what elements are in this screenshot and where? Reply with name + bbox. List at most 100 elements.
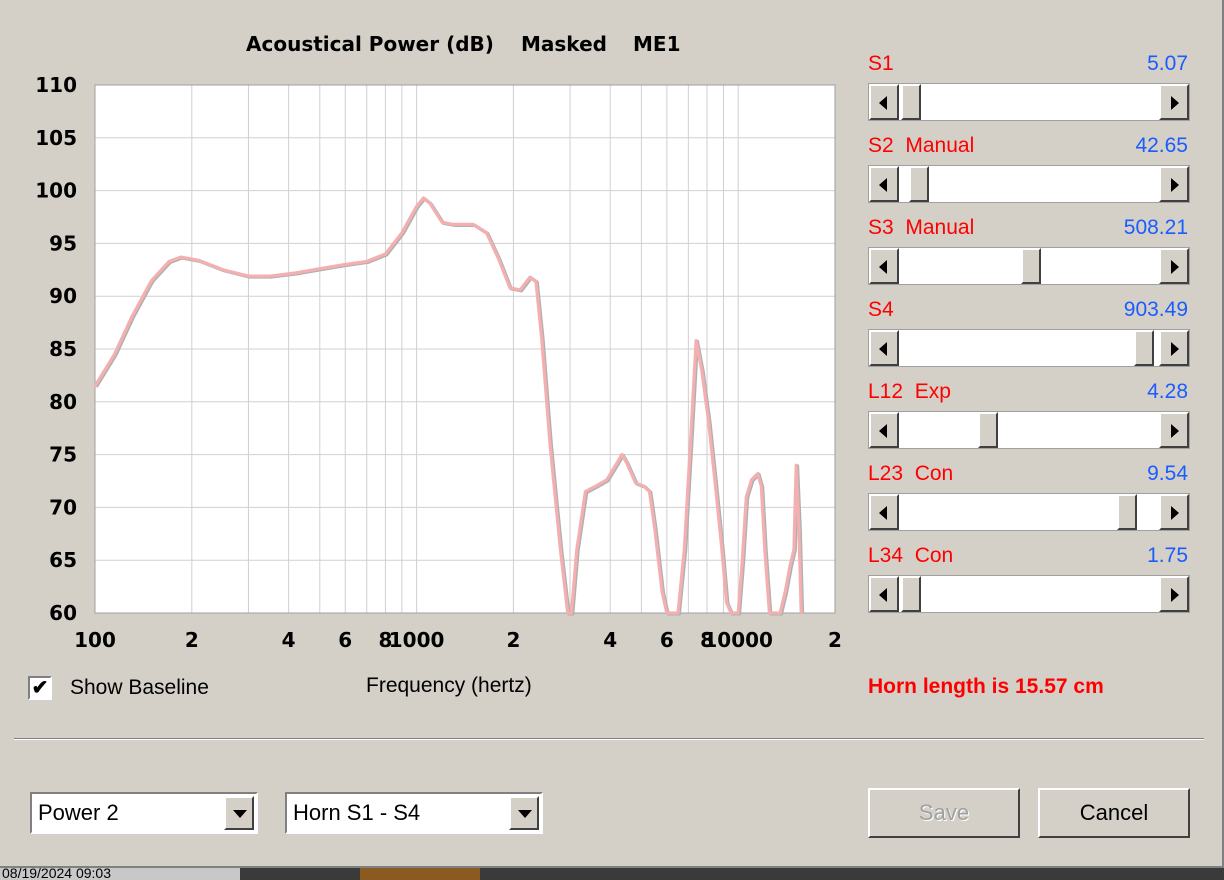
scroll-right-button[interactable] — [1159, 576, 1189, 612]
arrow-right-icon — [1171, 342, 1179, 356]
scroll-left-button[interactable] — [869, 494, 899, 530]
y-tick-label: 95 — [49, 231, 77, 255]
scroll-thumb[interactable] — [1117, 494, 1138, 530]
scroll-right-button[interactable] — [1159, 248, 1189, 284]
y-tick-label: 110 — [35, 73, 77, 97]
x-axis-ticks: 100 2 4 6 81000 2 4 6 810000 2 — [74, 628, 842, 652]
slider-label: S2 Manual — [868, 134, 975, 157]
y-tick-label: 85 — [49, 337, 77, 361]
scroll-left-button[interactable] — [869, 576, 899, 612]
scroll-thumb[interactable] — [901, 576, 922, 612]
scroll-left-button[interactable] — [869, 248, 899, 284]
scroll-left-button[interactable] — [869, 330, 899, 366]
slider-value: 1.75 — [1147, 544, 1188, 567]
slider-value: 42.65 — [1135, 134, 1188, 157]
y-tick-label: 75 — [49, 443, 77, 467]
checkmark-icon: ✔ — [31, 677, 49, 699]
x-tick-label: 2 — [506, 628, 520, 652]
y-tick-label: 80 — [49, 390, 77, 414]
arrow-left-icon — [879, 506, 887, 520]
arrow-right-icon — [1171, 424, 1179, 438]
arrow-left-icon — [879, 424, 887, 438]
x-axis-label: Frequency (hertz) — [366, 674, 532, 697]
x-tick-label: 4 — [282, 628, 296, 652]
slider-scrollbar[interactable] — [868, 411, 1190, 449]
x-tick-label: 10000 — [703, 628, 773, 652]
slider-label: L34 Con — [868, 544, 954, 567]
scroll-right-button[interactable] — [1159, 84, 1189, 120]
scroll-right-button[interactable] — [1159, 166, 1189, 202]
slider-label: S4 — [868, 298, 894, 321]
slider-value: 903.49 — [1123, 298, 1188, 321]
scroll-right-button[interactable] — [1159, 412, 1189, 448]
power-chart: 1101051009590858075706560 100 2 4 6 81000 2 4 6… — [35, 32, 842, 652]
arrow-right-icon — [1171, 260, 1179, 274]
cancel-button[interactable]: Cancel — [1038, 788, 1190, 838]
scroll-left-button[interactable] — [869, 84, 899, 120]
slider-scrollbar[interactable] — [868, 575, 1190, 613]
chart-title-masked: Masked — [521, 32, 607, 56]
arrow-left-icon — [879, 342, 887, 356]
horn-select-value: Horn S1 - S4 — [293, 800, 421, 825]
y-tick-label: 60 — [49, 601, 77, 625]
chevron-down-icon — [518, 810, 532, 818]
slider-scrollbar[interactable] — [868, 493, 1190, 531]
scroll-right-button[interactable] — [1159, 330, 1189, 366]
taskbar-timestamp: 08/19/2024 09:03 — [2, 868, 111, 880]
slider-label: L23 Con — [868, 462, 954, 485]
x-tick-label: 6 — [338, 628, 352, 652]
y-tick-label: 100 — [35, 179, 77, 203]
slider-label: S3 Manual — [868, 216, 975, 239]
chart-title-mode: ME1 — [633, 32, 680, 56]
arrow-left-icon — [879, 178, 887, 192]
chart-title-main: Acoustical Power (dB) — [246, 32, 494, 56]
power-select[interactable]: Power 2 — [30, 792, 258, 834]
dialog-window: 110 105 100 95 90 85 80 75 70 65 60 100 2 4 6 8 1000 2 4 6… — [0, 0, 1224, 868]
slider-label: S1 — [868, 52, 894, 75]
x-tick-label: 6 — [660, 628, 674, 652]
horn-length-text: Horn length is 15.57 cm — [868, 675, 1104, 698]
show-baseline-checkbox[interactable]: ✔ — [28, 676, 52, 700]
slider-scrollbar[interactable] — [868, 247, 1190, 285]
horn-select[interactable]: Horn S1 - S4 — [285, 792, 543, 834]
arrow-right-icon — [1171, 506, 1179, 520]
slider-label: L12 Exp — [868, 380, 951, 403]
x-tick-label: 2 — [185, 628, 199, 652]
arrow-right-icon — [1171, 96, 1179, 110]
save-button[interactable]: Save — [868, 788, 1020, 838]
scroll-thumb[interactable] — [1134, 330, 1155, 366]
y-tick-label: 65 — [49, 548, 77, 572]
slider-scrollbar[interactable] — [868, 329, 1190, 367]
scroll-left-button[interactable] — [869, 412, 899, 448]
y-tick-label: 90 — [49, 284, 77, 308]
horn-select-dropdown-button[interactable] — [509, 796, 539, 830]
chevron-down-icon — [233, 810, 247, 818]
arrow-right-icon — [1171, 588, 1179, 602]
slider-value: 9.54 — [1147, 462, 1188, 485]
arrow-left-icon — [879, 96, 887, 110]
slider-value: 508.21 — [1123, 216, 1188, 239]
x-tick-label: 100 — [74, 628, 116, 652]
show-baseline-label[interactable]: Show Baseline — [70, 676, 209, 700]
y-tick-label: 70 — [49, 495, 77, 519]
scroll-right-button[interactable] — [1159, 494, 1189, 530]
y-axis-ticks: 110 105 100 95 90 85 80 75 70 65 60 — [35, 73, 77, 625]
x-tick-label: 4 — [603, 628, 617, 652]
taskbar-segment-active — [360, 868, 480, 880]
slider-value: 5.07 — [1147, 52, 1188, 75]
scroll-left-button[interactable] — [869, 166, 899, 202]
separator — [14, 738, 1204, 740]
power-select-value: Power 2 — [38, 800, 119, 825]
slider-scrollbar[interactable] — [868, 83, 1190, 121]
scroll-thumb[interactable] — [908, 166, 929, 202]
scroll-thumb[interactable] — [901, 84, 922, 120]
x-tick-label: 1000 — [389, 628, 445, 652]
y-tick-label: 105 — [35, 126, 77, 150]
taskbar-strip: 08/19/2024 09:03 — [0, 868, 1224, 880]
slider-value: 4.28 — [1147, 380, 1188, 403]
scroll-thumb[interactable] — [978, 412, 999, 448]
power-select-dropdown-button[interactable] — [224, 796, 254, 830]
scroll-thumb[interactable] — [1021, 248, 1042, 284]
arrow-left-icon — [879, 588, 887, 602]
slider-scrollbar[interactable] — [868, 165, 1190, 203]
